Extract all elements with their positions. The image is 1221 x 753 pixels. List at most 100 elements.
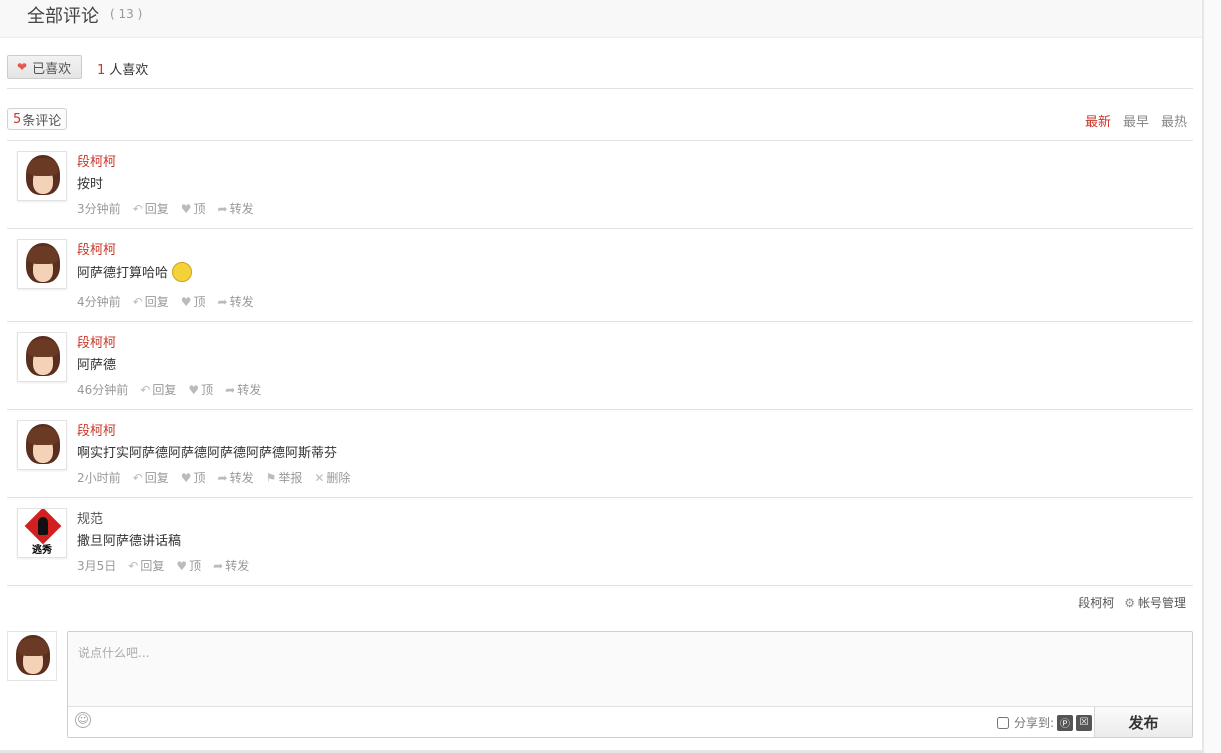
forward-button[interactable]: ➦ 转发	[213, 557, 249, 574]
comment-author[interactable]: 段柯柯	[77, 420, 116, 439]
share-qzone-icon[interactable]: ☒	[1076, 714, 1092, 731]
upvote-button[interactable]: ♥ 顶	[181, 293, 206, 310]
reply-label: 回复	[152, 383, 177, 397]
avatar[interactable]	[17, 151, 67, 201]
share-weibo-icon[interactable]: Ⓟ	[1057, 714, 1073, 731]
close-icon: ✕	[314, 470, 325, 485]
flag-icon: ⚑	[265, 470, 277, 485]
sort-tabs: 最新 最早 最热	[1085, 111, 1187, 130]
comment-time: 2小时前	[77, 471, 121, 485]
like-count-suffix: 人喜欢	[109, 63, 149, 78]
sort-hottest[interactable]: 最热	[1161, 111, 1187, 130]
comment-input[interactable]	[68, 632, 1192, 706]
comment-meta: 4分钟前 ↶ 回复 ♥ 顶 ➦ 转发	[77, 293, 254, 310]
heart-icon: ♥	[180, 294, 192, 309]
comment-meta: 2小时前 ↶ 回复 ♥ 顶 ➦ 转发 ⚑ 举报 ✕ 删除	[77, 469, 350, 486]
comment-meta: 46分钟前 ↶ 回复 ♥ 顶 ➦ 转发	[77, 381, 261, 398]
comment-text: 撒旦阿萨德讲话稿	[77, 534, 182, 549]
heart-icon: ❤	[17, 60, 28, 74]
page-title: 全部评论	[27, 6, 99, 27]
reply-icon: ↶	[128, 558, 139, 573]
comment-text: 阿萨德打算哈哈	[77, 261, 193, 284]
forward-button[interactable]: ➦ 转发	[225, 381, 261, 398]
report-label: 举报	[278, 471, 303, 485]
account-settings-link[interactable]: ⚙ 帐号管理	[1124, 594, 1186, 611]
like-count: 1 人喜欢	[97, 59, 148, 78]
divider	[7, 409, 1193, 410]
comment-meta: 3分钟前 ↶ 回复 ♥ 顶 ➦ 转发	[77, 200, 254, 217]
upvote-label: 顶	[193, 471, 206, 485]
share-options: 分享到: Ⓟ ☒	[996, 714, 1092, 731]
smiley-icon[interactable]: ☺	[75, 712, 91, 728]
user-row: 段柯柯 ⚙ 帐号管理	[1078, 594, 1186, 611]
comment-meta: 3月5日 ↶ 回复 ♥ 顶 ➦ 转发	[77, 557, 249, 574]
publish-button[interactable]: 发布	[1094, 707, 1192, 737]
upvote-button[interactable]: ♥ 顶	[176, 557, 201, 574]
upvote-button[interactable]: ♥ 顶	[181, 469, 206, 486]
forward-icon: ➦	[217, 294, 228, 309]
reply-button[interactable]: ↶ 回复	[133, 293, 169, 310]
report-button[interactable]: ⚑ 举报	[266, 469, 303, 486]
reply-label: 回复	[144, 471, 169, 485]
comment-text: 阿萨德	[77, 358, 117, 373]
comment-time: 3月5日	[77, 559, 117, 573]
comment-text: 按时	[77, 177, 104, 192]
sort-earliest[interactable]: 最早	[1123, 111, 1149, 130]
current-user-avatar[interactable]	[7, 631, 57, 681]
account-settings-label: 帐号管理	[1137, 596, 1186, 610]
reply-icon: ↶	[132, 470, 143, 485]
avatar-fringe	[18, 638, 48, 656]
delete-button[interactable]: ✕ 删除	[314, 469, 350, 486]
heart-icon: ♥	[188, 382, 200, 397]
reply-button[interactable]: ↶ 回复	[133, 469, 169, 486]
upvote-label: 顶	[201, 383, 214, 397]
comment-time: 3分钟前	[77, 202, 121, 216]
avatar[interactable]: 逃秀	[17, 508, 67, 558]
forward-label: 转发	[229, 471, 254, 485]
upvote-button[interactable]: ♥ 顶	[188, 381, 213, 398]
avatar[interactable]	[17, 239, 67, 289]
heart-icon: ♥	[180, 201, 192, 216]
comment-author[interactable]: 规范	[77, 508, 103, 527]
delete-label: 删除	[326, 471, 351, 485]
reply-button[interactable]: ↶ 回复	[128, 557, 164, 574]
avatar-fringe	[28, 246, 58, 264]
sort-newest[interactable]: 最新	[1085, 111, 1111, 130]
avatar[interactable]	[17, 420, 67, 470]
scroll-gutter	[1204, 0, 1221, 753]
comment-author[interactable]: 段柯柯	[77, 239, 116, 258]
forward-label: 转发	[237, 383, 262, 397]
forward-icon: ➦	[213, 558, 224, 573]
upvote-label: 顶	[189, 559, 202, 573]
comment-text-content: 阿萨德打算哈哈	[77, 266, 169, 281]
current-user-name[interactable]: 段柯柯	[1078, 594, 1114, 611]
reply-button[interactable]: ↶ 回复	[133, 200, 169, 217]
avatar[interactable]	[17, 332, 67, 382]
avatar-fringe	[28, 158, 58, 176]
reply-button[interactable]: ↶ 回复	[140, 381, 176, 398]
reply-label: 回复	[140, 559, 165, 573]
share-checkbox[interactable]	[996, 716, 1009, 729]
comment-time: 46分钟前	[77, 383, 129, 397]
comment-count-label: 条评论	[22, 113, 62, 129]
divider	[7, 88, 1193, 89]
comment-author[interactable]: 段柯柯	[77, 332, 116, 351]
forward-label: 转发	[225, 559, 250, 573]
liked-button[interactable]: ❤ 已喜欢	[7, 55, 82, 79]
forward-button[interactable]: ➦ 转发	[218, 293, 254, 310]
avatar-fringe	[28, 339, 58, 357]
comment-author[interactable]: 段柯柯	[77, 151, 116, 170]
divider	[7, 228, 1193, 229]
forward-button[interactable]: ➦ 转发	[218, 469, 254, 486]
heart-icon: ♥	[180, 470, 192, 485]
logo-figure	[38, 517, 48, 535]
share-label: 分享到:	[1013, 716, 1054, 730]
comment-time: 4分钟前	[77, 295, 121, 309]
forward-button[interactable]: ➦ 转发	[218, 200, 254, 217]
comment-count-badge: 5 条评论	[7, 108, 68, 130]
upvote-button[interactable]: ♥ 顶	[181, 200, 206, 217]
divider	[7, 321, 1193, 322]
forward-label: 转发	[229, 295, 254, 309]
reply-label: 回复	[144, 295, 169, 309]
like-count-number: 1	[97, 63, 106, 78]
